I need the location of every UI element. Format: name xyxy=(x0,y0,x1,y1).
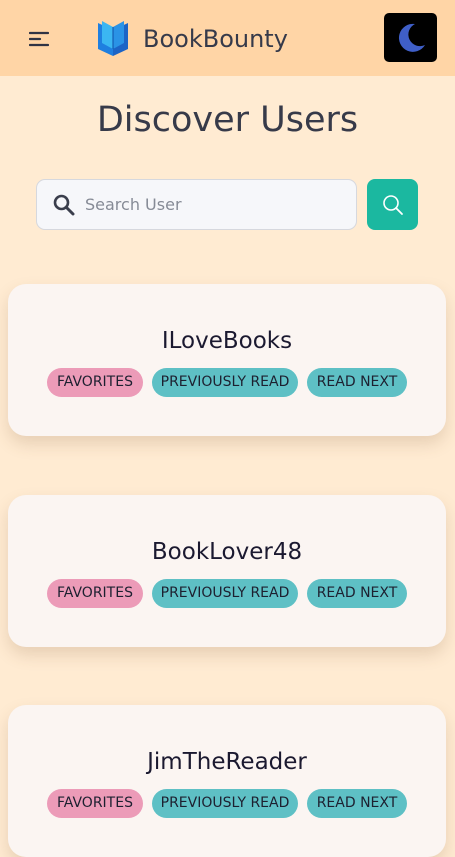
read-next-tag[interactable]: READ NEXT xyxy=(307,368,407,397)
previously-read-tag[interactable]: PREVIOUSLY READ xyxy=(152,368,298,397)
previously-read-tag[interactable]: PREVIOUSLY READ xyxy=(152,579,298,608)
search-icon xyxy=(382,194,403,215)
brand-name[interactable]: BookBounty xyxy=(143,24,288,54)
theme-toggle-button[interactable] xyxy=(384,13,437,62)
app-header: BookBounty xyxy=(0,0,455,76)
user-card[interactable]: BookLover48 FAVORITES PREVIOUSLY READ RE… xyxy=(8,495,446,647)
search-input[interactable] xyxy=(85,180,349,229)
book-logo-icon[interactable] xyxy=(95,19,131,57)
user-card[interactable]: JimTheReader FAVORITES PREVIOUSLY READ R… xyxy=(8,705,446,857)
user-card[interactable]: ILoveBooks FAVORITES PREVIOUSLY READ REA… xyxy=(8,284,446,436)
user-name[interactable]: BookLover48 xyxy=(8,536,446,568)
user-name[interactable]: JimTheReader xyxy=(8,746,446,778)
search-field xyxy=(36,179,357,230)
search-button[interactable] xyxy=(367,179,418,230)
page-title: Discover Users xyxy=(96,100,359,140)
favorites-tag[interactable]: FAVORITES xyxy=(47,789,143,818)
read-next-tag[interactable]: READ NEXT xyxy=(307,789,407,818)
moon-icon xyxy=(398,23,425,52)
favorites-tag[interactable]: FAVORITES xyxy=(47,579,143,608)
user-name[interactable]: ILoveBooks xyxy=(8,325,446,357)
search-icon xyxy=(53,194,75,216)
read-next-tag[interactable]: READ NEXT xyxy=(307,579,407,608)
favorites-tag[interactable]: FAVORITES xyxy=(47,368,143,397)
menu-button[interactable] xyxy=(24,24,54,54)
menu-icon xyxy=(29,31,49,47)
previously-read-tag[interactable]: PREVIOUSLY READ xyxy=(152,789,298,818)
